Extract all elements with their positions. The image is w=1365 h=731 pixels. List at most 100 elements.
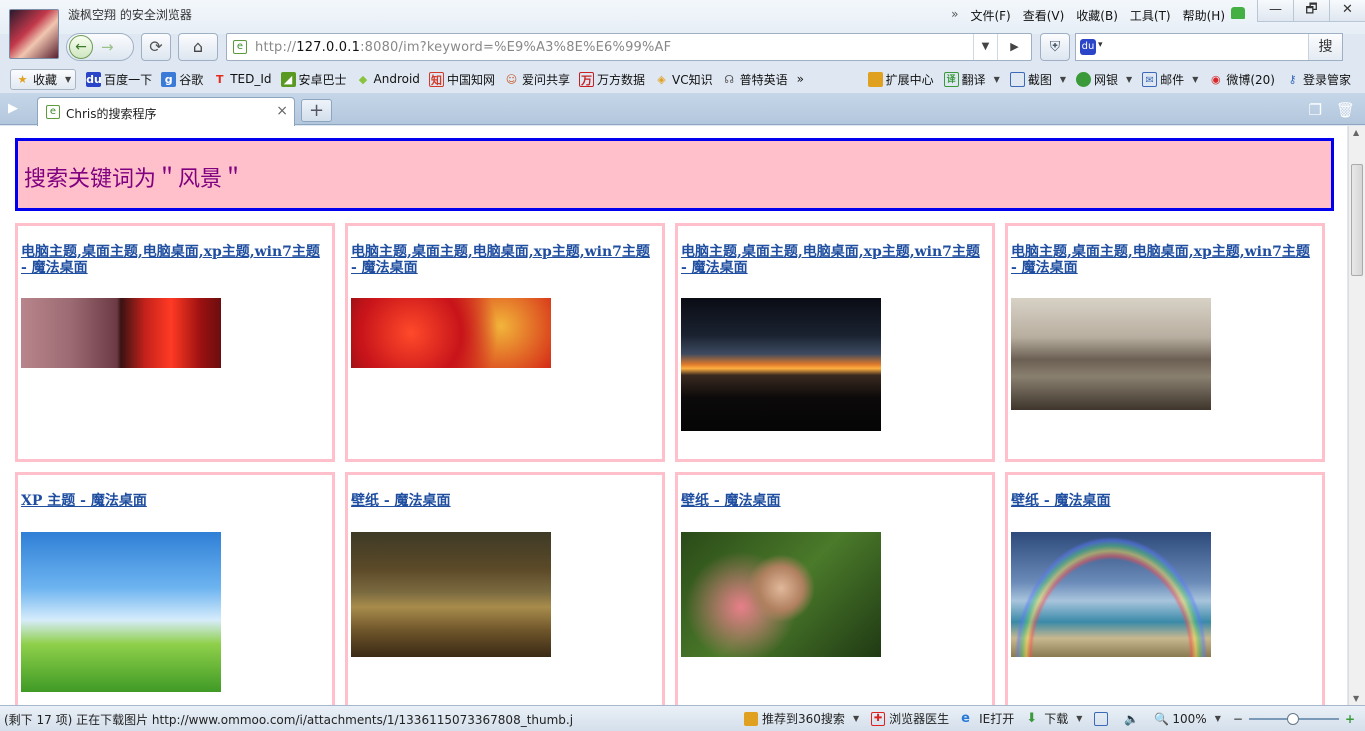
restore-tabs-icon[interactable]: ❐: [1309, 101, 1322, 119]
menu-bar: » 文件(F) 查看(V) 收藏(B) 工具(T) 帮助(H): [939, 7, 1225, 24]
ie-icon: e: [961, 710, 970, 726]
sunset-silhouette-image[interactable]: [681, 298, 881, 431]
tab-close-icon[interactable]: ×: [276, 103, 288, 119]
recommend-360-button[interactable]: 推荐到360搜索 ▼: [744, 710, 859, 727]
address-url[interactable]: http://127.0.0.1:8080/im?keyword=%E9%A3%…: [255, 40, 671, 55]
bookmark-iask[interactable]: ☺ 爱问共享: [504, 71, 570, 88]
favorites-button[interactable]: ★ 收藏 ▼: [10, 68, 77, 90]
login-manager-button[interactable]: ⚷ 登录管家: [1285, 71, 1351, 88]
extension-icon: [867, 71, 883, 87]
window-icon[interactable]: [1094, 711, 1112, 726]
menu-more-icon[interactable]: »: [951, 7, 958, 24]
bookmarks-more-icon[interactable]: »: [797, 72, 804, 86]
restore-button[interactable]: 🗗: [1293, 0, 1329, 22]
screenshot-button[interactable]: 截图 ▼: [1009, 71, 1066, 88]
grass-sky-desktop-image[interactable]: [21, 532, 221, 692]
ebank-dropdown-icon[interactable]: ▼: [1126, 75, 1132, 84]
bookmark-cnki[interactable]: 知中国知网: [428, 71, 495, 88]
result-title-link[interactable]: 电脑主题,桌面主题,电脑桌面,xp主题,win7主题 - 魔法桌面: [681, 244, 987, 276]
forward-button[interactable]: →: [101, 34, 114, 60]
address-bar[interactable]: e http://127.0.0.1:8080/im?keyword=%E9%A…: [226, 33, 1032, 61]
engine-dropdown-icon[interactable]: ▾: [1098, 40, 1103, 50]
trash-icon[interactable]: 🗑: [1336, 101, 1355, 119]
result-title-link[interactable]: 壁纸 - 魔法桌面: [681, 493, 987, 509]
sidebar-toggle-icon[interactable]: ▶: [8, 101, 18, 116]
ebank-button[interactable]: 网银 ▼: [1076, 71, 1132, 88]
user-avatar[interactable]: [9, 9, 59, 59]
menu-tools[interactable]: 工具(T): [1130, 7, 1171, 24]
zoom-out-button[interactable]: −: [1233, 712, 1243, 726]
translate-button[interactable]: 译翻译 ▼: [943, 71, 1000, 88]
download-button[interactable]: ⬇ 下载 ▼: [1026, 710, 1082, 727]
zoom-level[interactable]: 🔍 100% ▼: [1154, 712, 1220, 726]
menu-view[interactable]: 查看(V): [1023, 7, 1065, 24]
browser-doctor-button[interactable]: ✚ 浏览器医生: [871, 710, 949, 727]
baidu-engine-icon[interactable]: du: [1080, 39, 1096, 55]
window-controls: — 🗗 ✕: [1257, 0, 1365, 22]
star-icon: ★: [17, 72, 28, 86]
zoom-slider[interactable]: [1248, 712, 1339, 725]
extension-center-button[interactable]: 扩展中心: [867, 71, 934, 88]
red-leaves-image[interactable]: [351, 298, 551, 368]
rainbow-beach-image[interactable]: [1011, 532, 1211, 657]
bookmark-vc[interactable]: ◈ VC知识: [654, 71, 712, 88]
reload-button[interactable]: ⟳: [141, 33, 171, 61]
window-title: 漩枫空翔 的安全浏览器: [68, 8, 192, 22]
bookmark-android[interactable]: ◆ Android: [356, 72, 420, 87]
volume-icon[interactable]: 🔈: [1124, 712, 1142, 726]
ted-icon: T: [215, 72, 224, 86]
mail-dropdown-icon[interactable]: ▼: [1192, 75, 1198, 84]
bookmark-google[interactable]: g 谷歌: [161, 71, 203, 88]
home-button[interactable]: ⌂: [178, 33, 218, 61]
result-title-link[interactable]: 壁纸 - 魔法桌面: [351, 493, 657, 509]
scroll-thumb[interactable]: [1351, 164, 1363, 276]
result-card: 壁纸 - 魔法桌面: [345, 472, 665, 705]
screenshot-dropdown-icon[interactable]: ▼: [1060, 75, 1066, 84]
zoom-slider-knob[interactable]: [1286, 712, 1299, 725]
new-tab-button[interactable]: +: [301, 99, 332, 122]
vertical-scrollbar[interactable]: ▲ ▼: [1348, 126, 1365, 705]
page-icon: e: [233, 40, 247, 54]
menu-file[interactable]: 文件(F): [970, 7, 1010, 24]
menu-favorites[interactable]: 收藏(B): [1076, 7, 1118, 24]
result-title-link[interactable]: 电脑主题,桌面主题,电脑桌面,xp主题,win7主题 - 魔法桌面: [1011, 244, 1317, 276]
back-forward-group: ← →: [66, 33, 134, 61]
result-title-link[interactable]: 壁纸 - 魔法桌面: [1011, 493, 1317, 509]
bookmark-android-bus[interactable]: ◢ 安卓巴士: [280, 71, 347, 88]
bookmark-ted[interactable]: T TED_Id: [212, 72, 272, 87]
ie-open-button[interactable]: e IE打开: [961, 710, 1014, 727]
go-button[interactable]: ▶: [997, 34, 1031, 60]
translate-dropdown-icon[interactable]: ▼: [994, 75, 1000, 84]
menu-help[interactable]: 帮助(H): [1183, 7, 1225, 24]
mail-button[interactable]: ✉ 邮件 ▼: [1142, 71, 1198, 88]
search-keyword-banner: 搜索关键词为＂风景＂: [15, 138, 1334, 211]
search-box[interactable]: du ▾ 搜: [1075, 33, 1343, 61]
favorites-dropdown-icon: ▼: [65, 74, 72, 84]
tower-bridge-image[interactable]: [1011, 298, 1211, 410]
scroll-down-icon[interactable]: ▼: [1353, 694, 1359, 703]
address-dropdown-icon[interactable]: ▼: [973, 34, 997, 60]
bookmark-baidu[interactable]: du 百度一下: [86, 71, 152, 88]
weibo-button[interactable]: ◉ 微博(20): [1208, 71, 1275, 88]
navigation-bar: ← → ⟳ ⌂ e http://127.0.0.1:8080/im?keywo…: [0, 30, 1365, 64]
bookmark-putclub[interactable]: ☊ 普特英语: [722, 71, 787, 88]
search-button[interactable]: 搜: [1308, 34, 1342, 60]
result-title-link[interactable]: XP 主题 - 魔法桌面: [21, 493, 327, 509]
bookmark-wanfang[interactable]: 万万方数据: [578, 71, 645, 88]
result-title-link[interactable]: 电脑主题,桌面主题,电脑桌面,xp主题,win7主题 - 魔法桌面: [21, 244, 327, 276]
tab-active[interactable]: e Chris的搜索程序 ×: [37, 97, 295, 126]
scroll-up-icon[interactable]: ▲: [1353, 128, 1359, 137]
flower-bud-image[interactable]: [681, 532, 881, 657]
skin-shirt-icon[interactable]: [1231, 7, 1245, 19]
security-shield-button[interactable]: ⛨: [1040, 33, 1070, 61]
back-button[interactable]: ←: [69, 35, 93, 59]
result-card: 电脑主题,桌面主题,电脑桌面,xp主题,win7主题 - 魔法桌面: [15, 223, 335, 462]
close-window-button[interactable]: ✕: [1329, 0, 1365, 22]
autumn-blossom-image[interactable]: [21, 298, 221, 368]
minimize-button[interactable]: —: [1257, 0, 1293, 22]
cnki-icon: 知: [428, 71, 444, 87]
railway-image[interactable]: [351, 532, 551, 657]
result-title-link[interactable]: 电脑主题,桌面主题,电脑桌面,xp主题,win7主题 - 魔法桌面: [351, 244, 657, 276]
page-content: 搜索关键词为＂风景＂ 电脑主题,桌面主题,电脑桌面,xp主题,win7主题 - …: [0, 126, 1347, 705]
zoom-in-button[interactable]: +: [1345, 712, 1355, 726]
